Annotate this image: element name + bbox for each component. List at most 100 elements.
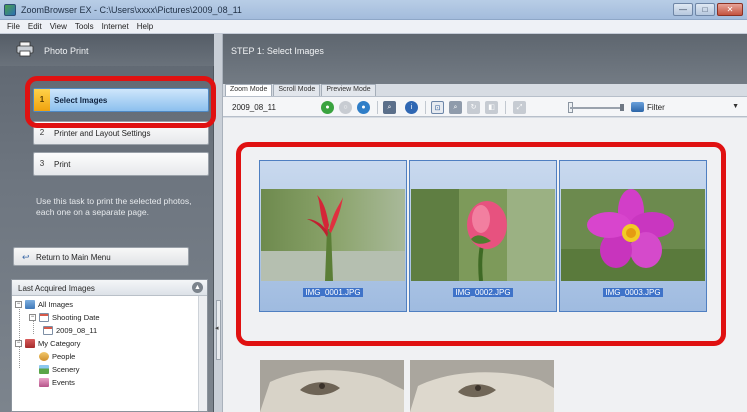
- deselect-icon[interactable]: ○: [339, 101, 352, 114]
- select-icon[interactable]: ⊡: [431, 101, 444, 114]
- info-icon[interactable]: i: [405, 101, 418, 114]
- tree-scrollbar[interactable]: [198, 296, 207, 411]
- step-select-images[interactable]: 1 Select Images: [33, 88, 209, 112]
- thumbnail-item[interactable]: [259, 352, 407, 412]
- tree-item-label: Events: [52, 378, 75, 387]
- step-number: 1: [34, 89, 50, 111]
- thumbnail-item[interactable]: IMG_0001.JPG: [259, 160, 407, 312]
- menu-edit[interactable]: Edit: [24, 20, 46, 33]
- compare-icon[interactable]: ◧: [485, 101, 498, 114]
- step-label: Select Images: [54, 96, 108, 105]
- menu-tools[interactable]: Tools: [71, 20, 98, 33]
- step-number: 2: [39, 128, 45, 137]
- filter-icon: [631, 102, 644, 112]
- step-label: Printer and Layout Settings: [54, 129, 151, 138]
- events-icon: [39, 378, 49, 387]
- menu-file[interactable]: File: [3, 20, 24, 33]
- zoom-slider-end: [620, 104, 624, 111]
- menu-internet[interactable]: Internet: [98, 20, 133, 33]
- magnify-icon[interactable]: ⌕: [449, 101, 462, 114]
- thumbnail-image: [410, 360, 554, 412]
- thumbnail-image: [411, 189, 555, 281]
- thumbnail-image: [261, 189, 405, 281]
- browser-toolbar: 2009_08_11 ● ○ ● ⌕ i ⊡ ⌕ ↻ ◧ ⤢ Filter ▼: [223, 96, 747, 117]
- return-to-main-menu-button[interactable]: ↩ Return to Main Menu: [13, 247, 189, 266]
- menu-bar: File Edit View Tools Internet Help: [0, 20, 747, 34]
- step-number: 3: [39, 159, 45, 168]
- chevron-up-icon[interactable]: ▲: [192, 282, 203, 293]
- tree-item-label: Shooting Date: [52, 313, 100, 322]
- thumbnail-item[interactable]: IMG_0002.JPG: [409, 160, 557, 312]
- chevron-left-icon[interactable]: ◂: [215, 324, 219, 332]
- step-header: STEP 1: Select Images: [223, 34, 747, 84]
- task-description: Use this task to print the selected phot…: [36, 196, 192, 217]
- collapse-icon[interactable]: −: [15, 301, 22, 308]
- thumbnail-image: [260, 360, 404, 412]
- scenery-icon: [39, 365, 49, 374]
- return-arrow-icon: ↩: [22, 252, 30, 262]
- return-button-label: Return to Main Menu: [36, 253, 111, 262]
- tree-item-label: Scenery: [52, 365, 80, 374]
- thumbnail-item[interactable]: [409, 352, 557, 412]
- tree-item-events[interactable]: Events: [39, 378, 75, 387]
- chevron-down-icon[interactable]: ▼: [732, 103, 739, 110]
- collapse-icon[interactable]: −: [29, 314, 36, 321]
- tree-item-label: My Category: [38, 339, 81, 348]
- task-panel-header: Photo Print: [0, 34, 214, 66]
- zoom-icon[interactable]: ⌕: [383, 101, 396, 114]
- check-icon[interactable]: ●: [357, 101, 370, 114]
- step-print[interactable]: 3 Print: [33, 152, 209, 176]
- tree-item-my-category[interactable]: − My Category: [15, 339, 81, 348]
- main-area: STEP 1: Select Images Zoom Mode Scroll M…: [223, 34, 747, 412]
- calendar-icon: [43, 326, 53, 335]
- rotate-icon[interactable]: ↻: [467, 101, 480, 114]
- tree-item-label: People: [52, 352, 76, 361]
- task-panel: Photo Print 1 Select Images 2 Printer an…: [0, 34, 214, 412]
- app-icon: [4, 4, 16, 16]
- tree-item-scenery[interactable]: Scenery: [39, 365, 80, 374]
- category-icon: [25, 339, 35, 348]
- calendar-icon: [39, 313, 49, 322]
- people-icon: [39, 352, 49, 361]
- thumbnail-item[interactable]: IMG_0003.JPG: [559, 160, 707, 312]
- filter-button[interactable]: Filter: [631, 102, 665, 112]
- step-label: Print: [54, 160, 71, 169]
- tree-item-date-folder[interactable]: 2009_08_11: [43, 326, 97, 335]
- close-button[interactable]: ✕: [717, 3, 743, 16]
- tree-item-people[interactable]: People: [39, 352, 75, 361]
- window-controls: — □ ✕: [673, 3, 743, 16]
- step-title: STEP 1: Select Images: [231, 46, 324, 56]
- title-bar: ZoomBrowser EX - C:\Users\xxxx\Pictures\…: [0, 0, 747, 20]
- tree-item-shooting-date[interactable]: − Shooting Date: [29, 313, 100, 322]
- view-mode-tabs: Zoom Mode Scroll Mode Preview Mode: [223, 84, 376, 97]
- tab-scroll-mode[interactable]: Scroll Mode: [273, 84, 321, 96]
- images-icon: [25, 300, 35, 309]
- window-title: ZoomBrowser EX - C:\Users\xxxx\Pictures\…: [21, 5, 242, 15]
- thumbnail-image: [561, 189, 705, 281]
- minimize-button[interactable]: —: [673, 3, 693, 16]
- current-folder-label: 2009_08_11: [232, 103, 276, 112]
- menu-view[interactable]: View: [46, 20, 71, 33]
- tree-header-label: Last Acquired Images: [18, 284, 95, 293]
- thumbnail-filename: IMG_0002.JPG: [453, 288, 513, 297]
- tree-header[interactable]: Last Acquired Images ▲: [12, 280, 207, 296]
- folder-tree-panel: Last Acquired Images ▲ − All Images − Sh…: [11, 279, 208, 412]
- filter-label: Filter: [647, 103, 665, 112]
- printer-icon: [16, 41, 34, 57]
- select-all-icon[interactable]: ●: [321, 101, 334, 114]
- collapse-icon[interactable]: −: [15, 340, 22, 347]
- thumbnail-filename: IMG_0001.JPG: [303, 288, 363, 297]
- tree-item-all-images[interactable]: − All Images: [15, 300, 73, 309]
- thumbnail-filename: IMG_0003.JPG: [603, 288, 663, 297]
- expand-icon[interactable]: ⤢: [513, 101, 526, 114]
- tree-item-label: 2009_08_11: [56, 326, 98, 335]
- step-printer-layout[interactable]: 2 Printer and Layout Settings: [33, 121, 209, 145]
- zoom-slider[interactable]: [570, 107, 620, 109]
- tree-item-label: All Images: [38, 300, 74, 309]
- panel-splitter[interactable]: ◂: [214, 34, 223, 412]
- task-title: Photo Print: [44, 46, 89, 56]
- maximize-button[interactable]: □: [695, 3, 715, 16]
- thumbnail-browser: IMG_0001.JPG IMG_0002.JPG IMG_0003.JPG: [223, 118, 747, 412]
- menu-help[interactable]: Help: [133, 20, 157, 33]
- tab-preview-mode[interactable]: Preview Mode: [321, 84, 376, 96]
